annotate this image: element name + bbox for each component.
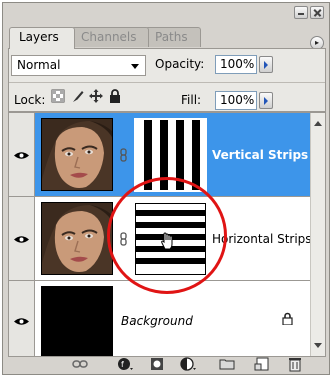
eye-icon xyxy=(14,152,29,159)
new-layer-icon[interactable] xyxy=(254,356,270,372)
layer-controls: Normal Opacity: 100% Lock: Fill: 100% xyxy=(8,48,326,112)
lock-label: Lock: xyxy=(14,93,46,107)
eye-icon xyxy=(14,318,29,325)
scroll-down-icon[interactable] xyxy=(314,343,322,348)
layer-mask-thumbnail[interactable] xyxy=(135,203,206,275)
layer-actions-bar: f xyxy=(3,354,329,374)
adjustment-layer-icon[interactable] xyxy=(180,356,196,372)
layer-row-background[interactable]: Background xyxy=(9,281,310,356)
opacity-label: Opacity: xyxy=(155,57,205,71)
lock-icon xyxy=(282,312,293,325)
layer-mask-thumbnail[interactable] xyxy=(134,118,207,192)
layer-list-scrollbar[interactable] xyxy=(310,113,325,356)
fill-slider-button[interactable] xyxy=(259,92,273,109)
lock-transparency-icon[interactable] xyxy=(51,89,65,103)
fill-label: Fill: xyxy=(181,93,202,107)
divider xyxy=(9,82,325,83)
opacity-field[interactable]: 100% xyxy=(215,55,257,74)
tab-paths[interactable]: Paths xyxy=(145,27,201,47)
lock-paint-icon[interactable] xyxy=(71,89,85,103)
blend-mode-value: Normal xyxy=(17,58,61,72)
opacity-slider-button[interactable] xyxy=(259,56,273,73)
link-icon[interactable] xyxy=(120,232,127,246)
scroll-up-icon[interactable] xyxy=(314,121,322,126)
layer-name[interactable]: Vertical Strips xyxy=(212,148,308,162)
fx-icon[interactable]: f xyxy=(117,356,133,372)
panel-titlebar xyxy=(3,3,329,25)
tab-channels[interactable]: Channels xyxy=(71,27,149,47)
layer-thumbnail[interactable] xyxy=(41,202,113,275)
visibility-toggle[interactable] xyxy=(9,197,35,280)
eye-icon xyxy=(14,236,29,243)
layer-name[interactable]: Horizontal Strips xyxy=(212,232,312,246)
layer-thumbnail[interactable] xyxy=(41,286,113,356)
blend-mode-select[interactable]: Normal xyxy=(11,55,146,76)
lock-move-icon[interactable] xyxy=(89,89,103,103)
layer-list: Vertical Strips Horizontal Strips Backgr… xyxy=(8,112,326,357)
panel-tabs: Paths Channels Layers xyxy=(9,27,303,49)
layers-panel: Paths Channels Layers ▸ Normal Opacity: … xyxy=(2,2,330,375)
svg-text:f: f xyxy=(121,360,124,369)
close-icon[interactable] xyxy=(310,6,324,19)
visibility-toggle[interactable] xyxy=(9,281,35,356)
minimize-icon[interactable] xyxy=(294,6,308,19)
trash-icon[interactable] xyxy=(287,356,303,372)
hand-cursor-icon xyxy=(161,232,173,250)
new-group-icon[interactable] xyxy=(219,356,235,372)
add-mask-icon[interactable] xyxy=(149,356,165,372)
fill-field[interactable]: 100% xyxy=(215,91,257,110)
chevron-down-icon xyxy=(131,64,139,69)
visibility-toggle[interactable] xyxy=(9,113,35,196)
layer-row-horizontal-strips[interactable]: Horizontal Strips xyxy=(9,197,312,281)
layer-name[interactable]: Background xyxy=(121,314,193,328)
lock-all-icon[interactable] xyxy=(109,89,121,103)
tab-layers[interactable]: Layers xyxy=(9,27,75,49)
link-icon[interactable] xyxy=(120,148,127,162)
link-layers-icon[interactable] xyxy=(72,356,88,372)
layer-row-vertical-strips[interactable]: Vertical Strips xyxy=(9,113,310,197)
layer-thumbnail[interactable] xyxy=(41,118,113,191)
